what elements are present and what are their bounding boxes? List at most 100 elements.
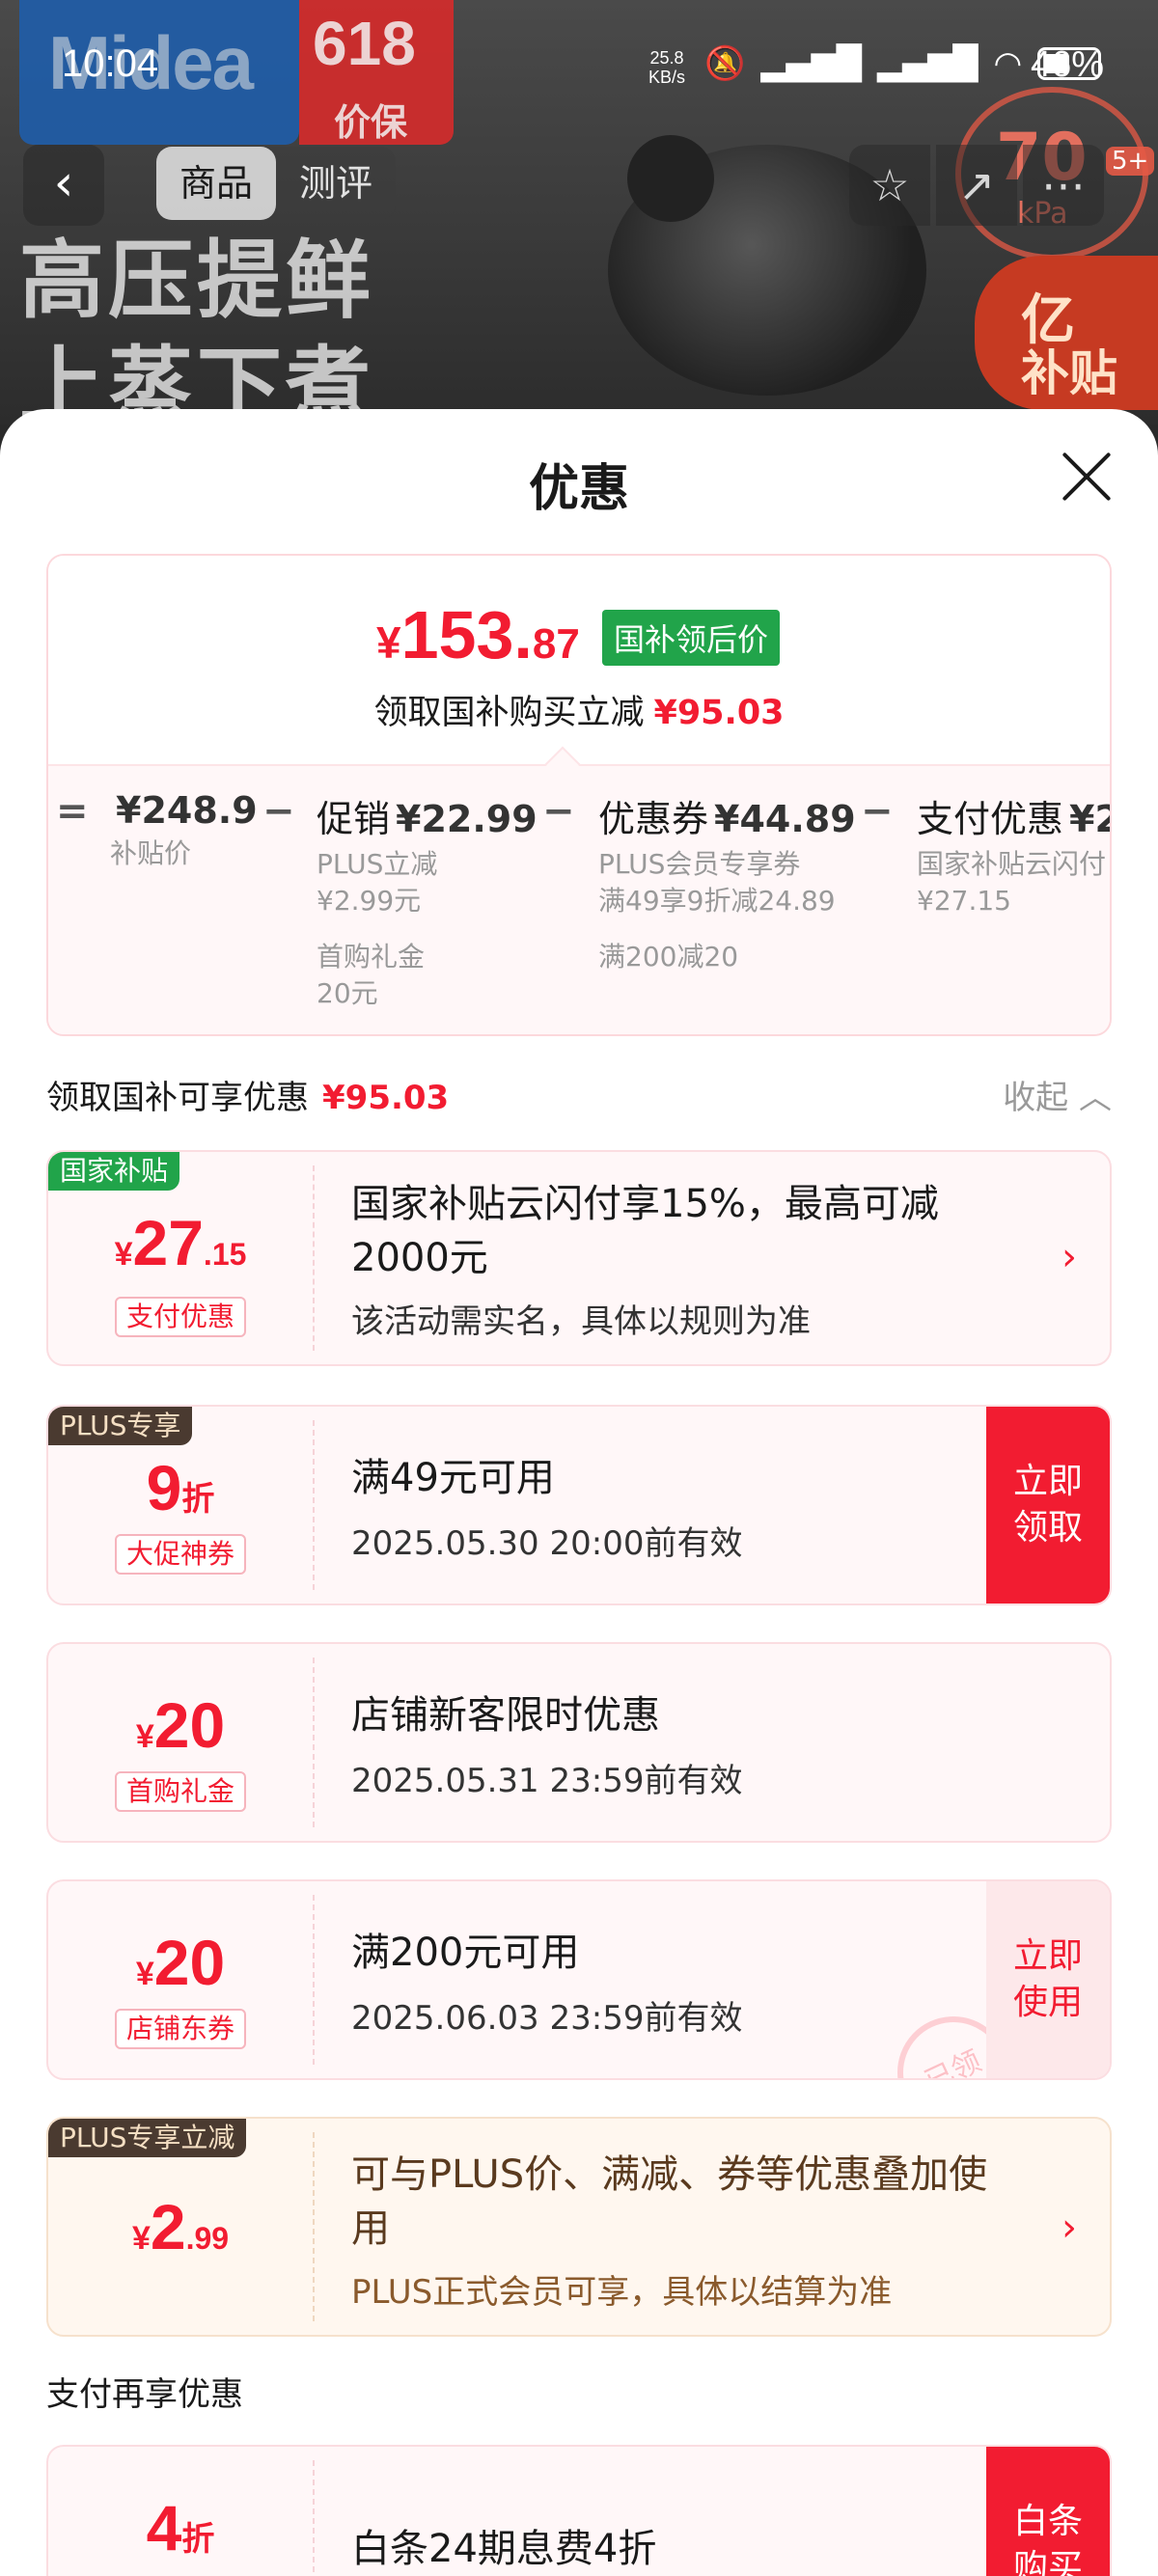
chevron-right-icon: › [1062, 1235, 1077, 1279]
offer-badge: 国家补贴 [48, 1152, 180, 1191]
final-price-currency: ¥ [376, 617, 401, 668]
section-label: 领取国补可享优惠 [46, 1079, 309, 1117]
calc-promotion: 促销 ¥22.99 PLUS立减 ¥2.99元 首购礼金 20元 [317, 789, 538, 1012]
minus-sign: − [262, 789, 295, 834]
card-divider [313, 1658, 315, 1827]
offer-type-pill: 首购礼金 [115, 1771, 246, 1812]
calc-sub-label: 首购礼金 [317, 941, 426, 973]
status-time: 10:04 [62, 42, 159, 85]
discount-line-amount: ¥95.03 [653, 694, 785, 732]
tab-product[interactable]: 商品 [156, 147, 277, 220]
chevron-right-icon: › [1062, 2206, 1077, 2250]
calc-subsidy-price: ¥248.9 补贴价 [110, 789, 258, 872]
calc-amount: 促销 ¥22.99 [317, 798, 538, 840]
minus-sign: − [542, 789, 575, 834]
calc-sub-label: PLUS会员专享券 [598, 848, 801, 880]
offer-subtitle: 该活动需实名，具体以规则为准 [351, 1302, 811, 1341]
subsidy-line2: 补贴 [1021, 345, 1117, 401]
offer-validity: 2025.06.03 23:59前有效 [351, 1999, 743, 2038]
offer-title: 满200元可用 [351, 1931, 580, 1975]
offer-validity: 2025.05.31 23:59前有效 [351, 1762, 743, 1800]
offer-card-baitiao[interactable]: 4折 白条24期息费4折 白条 购买 [46, 2445, 1112, 2576]
subsidy-badge: 亿 补贴 [975, 256, 1158, 410]
tab-review[interactable]: 测评 [276, 147, 396, 220]
offer-title-line1: 可与PLUS价、满减、券等优惠叠加使 [351, 2152, 988, 2197]
offer-title-line1: 国家补贴云闪付享15%，最高可减 [351, 1182, 939, 1226]
discount-line: 领取国补购买立减 ¥95.03 [48, 685, 1110, 734]
summary-top: ¥153.87 国补领后价 领取国补购买立减 ¥95.03 [48, 556, 1110, 764]
calc-amount: 优惠券 ¥44.89 [598, 798, 856, 840]
offer-value: ¥27.15 [114, 1207, 247, 1278]
final-price-integer: 153. [400, 597, 533, 672]
offer-card-national-subsidy[interactable]: 国家补贴 ¥27.15 支付优惠 国家补贴云闪付享15%，最高可减 2000元 … [46, 1150, 1112, 1366]
claim-coupon-button[interactable]: 立即 领取 [986, 1407, 1110, 1603]
calc-sub-value: ¥27.15 [917, 885, 1011, 917]
offer-badge: PLUS专享立减 [48, 2119, 247, 2157]
offer-value: ¥2.99 [131, 2191, 230, 2262]
final-price-decimal: 87 [532, 620, 580, 668]
discount-line-text: 领取国补购买立减 [373, 694, 645, 732]
favorite-icon[interactable]: ☆ [849, 145, 930, 226]
offer-value: 4折 [146, 2492, 215, 2563]
offer-card-plus-coupon[interactable]: PLUS专享 9折 大促神券 满49元可用 2025.05.30 20:00前有… [46, 1405, 1112, 1605]
offer-title: 店铺新客限时优惠 [351, 1693, 660, 1738]
card-divider [313, 1165, 315, 1351]
offer-title-line2: 2000元 [351, 1236, 488, 1280]
card-divider [313, 2132, 315, 2321]
minus-sign: − [861, 789, 894, 834]
pressure-plus-badge: 5+ [1106, 147, 1155, 176]
offer-title: 满49元可用 [351, 1456, 555, 1500]
calc-payment: 支付优惠¥2 国家补贴云闪付 ¥27.15 [917, 789, 1110, 919]
offers-sheet: 优惠 ¥153.87 国补领后价 领取国补购买立减 ¥95.03 = ¥248.9… [0, 409, 1158, 2576]
offer-card-first-purchase[interactable]: ¥20 首购礼金 店铺新客限时优惠 2025.05.31 23:59前有效 [46, 1642, 1112, 1843]
offer-title-line2: 用 [351, 2206, 390, 2251]
offer-type-pill: 支付优惠 [115, 1297, 246, 1337]
use-coupon-button[interactable]: 立即 使用 [986, 1881, 1110, 2078]
share-icon[interactable]: ↗ [936, 145, 1017, 226]
offer-badge: PLUS专享 [48, 1407, 193, 1445]
section-subsidy-offers: 领取国补可享优惠 ¥95.03 [46, 1071, 449, 1118]
offer-subtitle: PLUS正式会员可享，具体以结算为准 [351, 2273, 893, 2312]
network-speed: 25.8 KB/s [648, 48, 685, 87]
network-speed-unit: KB/s [648, 68, 686, 87]
offer-value: ¥20 [135, 1927, 226, 1998]
calc-sub-value: 20元 [317, 977, 378, 1009]
offer-card-store-coupon[interactable]: ¥20 店铺东券 满200元可用 2025.06.03 23:59前有效 已领 … [46, 1879, 1112, 2080]
product-knob [627, 135, 714, 222]
section-amount: ¥95.03 [322, 1079, 450, 1117]
final-price: ¥153.87 [376, 596, 580, 673]
back-button[interactable]: ‹ [23, 145, 104, 226]
calc-sub-label: PLUS立减 [317, 848, 438, 880]
offer-type-pill: 大促神券 [115, 1534, 246, 1575]
price-calculation[interactable]: = ¥248.9 补贴价 − 促销 ¥22.99 PLUS立减 ¥2.99元 首购… [48, 789, 1110, 1034]
calc-coupon: 优惠券 ¥44.89 PLUS会员专享券 满49享9折减24.89 满200减20 [598, 789, 856, 975]
offer-value: ¥20 [135, 1689, 226, 1761]
wifi-icon: ◠ [993, 44, 1023, 83]
calc-sub-label: 补贴价 [110, 837, 192, 869]
offer-title: 可与PLUS价、满减、券等优惠叠加使 用 [351, 2148, 987, 2256]
status-bar: 10:04 25.8 KB/s 🔕 ▂▄▆█ ▂▄▆█ ◠ 46% [0, 0, 1158, 135]
offer-card-plus-discount[interactable]: PLUS专享立减 ¥2.99 可与PLUS价、满减、券等优惠叠加使 用 PLUS… [46, 2117, 1112, 2337]
subsidy-price-tag: 国补领后价 [602, 610, 781, 666]
signal2-icon: ▂▄▆█ [876, 44, 979, 83]
battery-percent: 46% [1031, 44, 1105, 85]
calc-amount: ¥248.9 [116, 789, 258, 832]
calc-sub-label: 国家补贴云闪付 [917, 848, 1107, 880]
equals-sign: = [56, 789, 89, 834]
baitiao-buy-button[interactable]: 白条 购买 [986, 2447, 1110, 2576]
offer-validity: 2025.05.30 20:00前有效 [351, 1524, 743, 1563]
offer-type-pill: 店铺东券 [115, 2009, 246, 2049]
offer-value: 9折 [146, 1452, 215, 1523]
calc-sub-value: 满49享9折减24.89 [598, 885, 836, 917]
offer-title: 白条24期息费4折 [351, 2527, 657, 2571]
sheet-title: 优惠 [528, 460, 629, 518]
close-icon[interactable] [1058, 448, 1116, 506]
more-icon[interactable]: ⋯ [1023, 145, 1104, 226]
calc-sub-label: 满200减20 [598, 941, 739, 973]
collapse-button[interactable]: 收起 ︿ [1003, 1071, 1112, 1118]
collapse-label: 收起 [1003, 1079, 1069, 1117]
card-divider [313, 1420, 315, 1590]
network-speed-value: 25.8 [649, 48, 684, 68]
hero-slogan-line1: 高压提鲜 [19, 231, 375, 330]
offer-title: 国家补贴云闪付享15%，最高可减 2000元 [351, 1177, 939, 1285]
